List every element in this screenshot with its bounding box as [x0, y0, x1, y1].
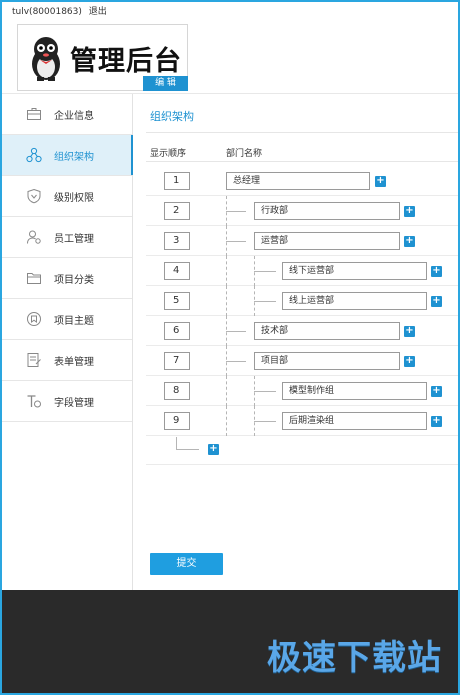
text-field-icon — [26, 393, 42, 409]
order-input[interactable]: 9 — [164, 412, 190, 430]
sidebar-item-label: 组织架构 — [54, 151, 94, 163]
tree-guide — [254, 301, 276, 302]
theme-badge-icon — [26, 311, 42, 327]
shield-icon — [26, 188, 42, 204]
sidebar-item-label: 员工管理 — [54, 233, 94, 245]
sidebar-item-project-theme[interactable]: 项目主题 — [2, 299, 132, 340]
logo-panel: 管理后台 编 辑 — [17, 24, 188, 91]
sidebar-item-employee-management[interactable]: 员工管理 — [2, 217, 132, 258]
tree-guide — [226, 406, 227, 436]
order-input[interactable]: 2 — [164, 202, 190, 220]
add-dept-button[interactable]: + — [208, 444, 219, 455]
row-divider — [146, 464, 458, 465]
table-row: 8 模型制作组 + — [146, 376, 458, 406]
column-header-dept: 部门名称 — [226, 149, 263, 159]
sidebar-item-label: 级别权限 — [54, 192, 94, 204]
add-sub-dept-button[interactable]: + — [431, 266, 442, 277]
table-row: 5 线上运营部 + — [146, 286, 458, 316]
add-sub-dept-button[interactable]: + — [404, 326, 415, 337]
order-input[interactable]: 4 — [164, 262, 190, 280]
dept-name-input[interactable]: 行政部 — [254, 202, 400, 220]
table-row: 9 后期渲染组 + — [146, 406, 458, 436]
tree-guide — [176, 437, 177, 449]
table-row: 4 线下运营部 + — [146, 256, 458, 286]
user-settings-icon — [26, 229, 42, 245]
table-row: 2 行政部 + — [146, 196, 458, 226]
edit-logo-button[interactable]: 编 辑 — [143, 76, 188, 91]
sidebar-item-label: 表单管理 — [54, 356, 94, 368]
footer-bar: 极速下载站 — [2, 590, 458, 693]
add-sub-dept-button[interactable]: + — [375, 176, 386, 187]
dept-name-input[interactable]: 总经理 — [226, 172, 370, 190]
header-divider — [146, 161, 458, 162]
sidebar: 企业信息 组织架构 级别权限 员工管理 项目分类 项目主题 表单管理 字段管理 — [2, 94, 133, 590]
sidebar-item-label: 企业信息 — [54, 110, 94, 122]
tree-guide — [176, 449, 199, 450]
sidebar-item-level-permissions[interactable]: 级别权限 — [2, 176, 132, 217]
dept-name-input[interactable]: 线下运营部 — [282, 262, 427, 280]
sidebar-item-form-management[interactable]: 表单管理 — [2, 340, 132, 381]
tree-guide — [226, 361, 246, 362]
tree-guide — [226, 241, 246, 242]
mascot-logo-icon — [32, 37, 60, 81]
sidebar-item-field-management[interactable]: 字段管理 — [2, 381, 132, 422]
submit-button[interactable]: 提交 — [150, 553, 223, 575]
dept-name-input[interactable]: 项目部 — [254, 352, 400, 370]
form-icon — [26, 352, 42, 368]
page-title: 组织架构 — [150, 110, 194, 123]
add-sub-dept-button[interactable]: + — [431, 386, 442, 397]
dept-name-input[interactable]: 运营部 — [254, 232, 400, 250]
title-divider — [146, 132, 458, 133]
table-row: 1 总经理 + — [146, 166, 458, 196]
add-sub-dept-button[interactable]: + — [431, 296, 442, 307]
tree-guide — [226, 376, 227, 406]
tree-guide — [254, 271, 276, 272]
column-header-order: 显示顺序 — [150, 149, 187, 159]
tree-guide — [226, 211, 246, 212]
table-row: 7 项目部 + — [146, 346, 458, 376]
tree-guide — [254, 391, 276, 392]
org-structure-panel: 组织架构 显示顺序 部门名称 1 总经理 + 2 行政部 + 3 运营部 + 4… — [134, 94, 458, 590]
dept-name-input[interactable]: 后期渲染组 — [282, 412, 427, 430]
logout-link[interactable]: 退出 — [89, 7, 107, 17]
folder-icon — [26, 270, 42, 286]
add-sub-dept-button[interactable]: + — [404, 236, 415, 247]
sidebar-item-label: 项目主题 — [54, 315, 94, 327]
sidebar-item-company-info[interactable]: 企业信息 — [2, 94, 132, 135]
add-sub-dept-button[interactable]: + — [431, 416, 442, 427]
order-input[interactable]: 7 — [164, 352, 190, 370]
sidebar-item-label: 项目分类 — [54, 274, 94, 286]
user-id: tulv(80001863) — [12, 7, 82, 17]
tree-guide — [226, 286, 227, 316]
sidebar-item-project-category[interactable]: 项目分类 — [2, 258, 132, 299]
order-input[interactable]: 6 — [164, 322, 190, 340]
watermark-text: 极速下载站 — [267, 638, 442, 678]
add-sub-dept-button[interactable]: + — [404, 356, 415, 367]
top-bar: tulv(80001863) 退出 — [2, 2, 458, 18]
add-sub-dept-button[interactable]: + — [404, 206, 415, 217]
sidebar-item-org-structure[interactable]: 组织架构 — [2, 135, 133, 176]
order-input[interactable]: 8 — [164, 382, 190, 400]
briefcase-icon — [26, 106, 42, 122]
dept-name-input[interactable]: 线上运营部 — [282, 292, 427, 310]
tree-guide — [226, 331, 246, 332]
sidebar-item-label: 字段管理 — [54, 397, 94, 409]
table-row: 6 技术部 + — [146, 316, 458, 346]
order-input[interactable]: 3 — [164, 232, 190, 250]
logo-text: 管理后台 — [70, 46, 182, 77]
table-row: 3 运营部 + — [146, 226, 458, 256]
dept-name-input[interactable]: 技术部 — [254, 322, 400, 340]
tree-guide — [254, 421, 276, 422]
dept-name-input[interactable]: 模型制作组 — [282, 382, 427, 400]
org-structure-icon — [26, 147, 42, 163]
order-input[interactable]: 1 — [164, 172, 190, 190]
tree-guide — [226, 256, 227, 286]
order-input[interactable]: 5 — [164, 292, 190, 310]
